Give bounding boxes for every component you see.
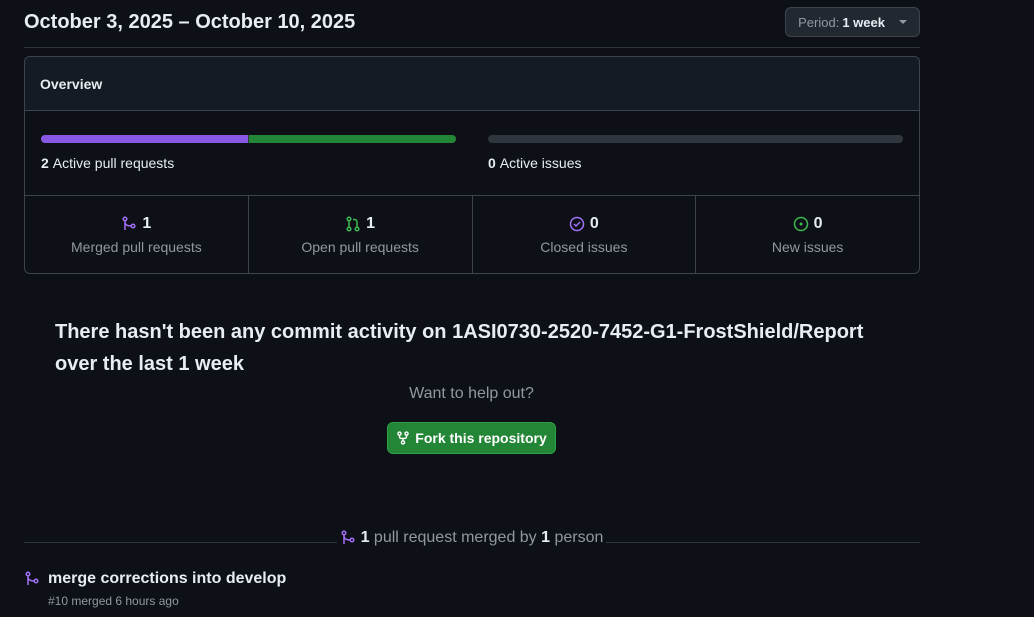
- merged-count: 1: [142, 215, 152, 232]
- summary-end-text: person: [554, 529, 604, 546]
- repo-forked-icon: [397, 431, 410, 445]
- fork-button-label: Fork this repository: [415, 430, 547, 446]
- pull-requests-progress-bar[interactable]: [41, 135, 456, 143]
- active-issues-text: Active issues: [499, 155, 582, 171]
- stat-closed-issues[interactable]: 0 Closed issues: [473, 196, 697, 273]
- git-merge-icon: [122, 216, 136, 230]
- overview-box: Overview 2 Active pull requests 0 Active i…: [24, 56, 920, 274]
- activity-bars: 2 Active pull requests 0 Active issues: [25, 111, 919, 196]
- open-segment: [249, 135, 456, 143]
- open-count: 1: [366, 215, 376, 232]
- summary-pr-count: 1: [360, 529, 370, 546]
- fork-repository-button[interactable]: Fork this repository: [387, 422, 556, 454]
- period-value: 1 week: [842, 14, 885, 30]
- stat-merged-pull-requests[interactable]: 1 Merged pull requests: [25, 196, 249, 273]
- stat-new-issues[interactable]: 0 New issues: [696, 196, 919, 273]
- merged-pr-title-link[interactable]: merge corrections into develop: [48, 570, 286, 588]
- merged-pr-meta: #10 merged 6 hours ago: [48, 594, 179, 608]
- active-pull-requests-text: Active pull requests: [52, 155, 175, 171]
- period-label: Period:: [798, 14, 840, 30]
- closed-count: 0: [589, 215, 599, 232]
- active-pull-requests-label[interactable]: 2 Active pull requests: [41, 155, 174, 171]
- issue-opened-icon: [793, 216, 808, 232]
- period-select-button[interactable]: Period: 1 week: [785, 7, 920, 37]
- date-range-title: October 3, 2025 – October 10, 2025: [24, 11, 356, 33]
- active-issues-label[interactable]: 0 Active issues: [488, 155, 582, 171]
- summary-middle-text: pull request merged by: [373, 529, 537, 546]
- issues-progress-bar[interactable]: [488, 135, 903, 143]
- open-label: Open pull requests: [301, 239, 419, 255]
- git-pull-request-icon: [346, 216, 360, 232]
- merged-label: Merged pull requests: [71, 239, 202, 255]
- active-pull-requests-count: 2: [41, 155, 49, 171]
- overview-title: Overview: [25, 57, 919, 111]
- git-merge-icon: [341, 530, 355, 544]
- new-issues-count: 0: [813, 215, 823, 232]
- help-out-text: Want to help out?: [409, 385, 534, 402]
- stat-open-pull-requests[interactable]: 1 Open pull requests: [249, 196, 473, 273]
- active-issues-count: 0: [488, 155, 496, 171]
- merged-segment: [41, 135, 248, 143]
- merged-summary: 1 pull request merged by 1 person: [0, 529, 943, 547]
- closed-label: Closed issues: [540, 239, 628, 255]
- no-commit-activity-title: There hasn't been any commit activity on…: [55, 321, 864, 375]
- git-merge-icon: [25, 571, 39, 585]
- new-issues-label: New issues: [771, 239, 844, 255]
- triangle-down-icon: [899, 20, 907, 24]
- summary-people-count: 1: [541, 529, 551, 546]
- issue-closed-icon: [569, 216, 585, 232]
- stats-row: 1 Merged pull requests 1 Open pull reque…: [25, 196, 919, 273]
- period-header: October 3, 2025 – October 10, 2025 Perio…: [24, 0, 920, 48]
